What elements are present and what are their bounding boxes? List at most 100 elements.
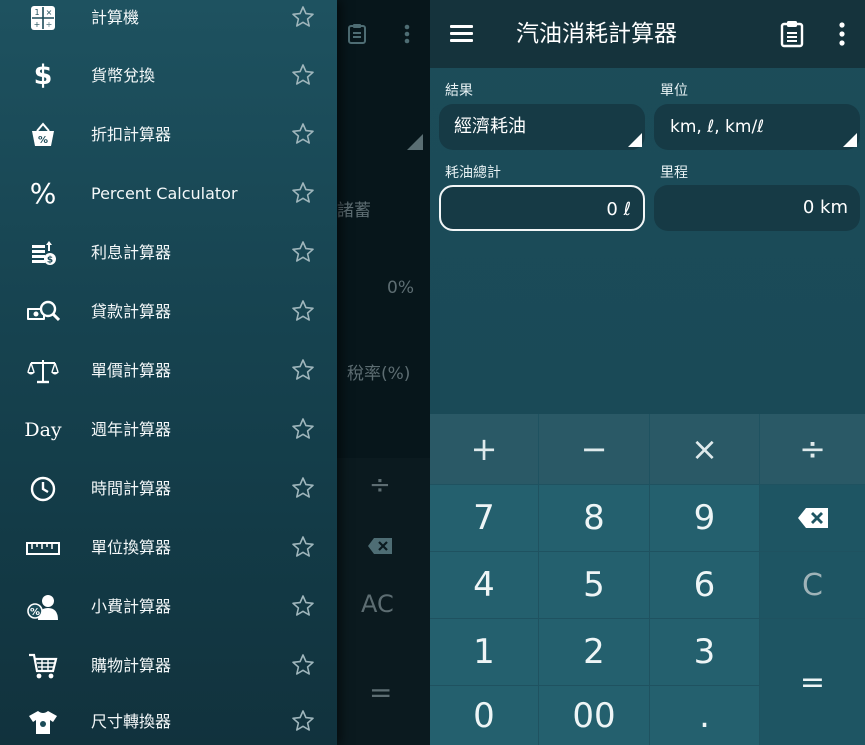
star-outline-icon[interactable] [291,709,315,733]
key-0[interactable]: 0 [430,686,538,745]
svg-text:%: % [38,135,48,146]
background-key-all-clear: AC [361,590,394,618]
distance-input[interactable]: 0 km [654,185,860,231]
drawer-item-label: 利息計算器 [91,243,172,262]
key-clear[interactable]: C [760,552,865,618]
consumption-input[interactable]: 0 ℓ [439,185,645,231]
svg-text:÷: ÷ [46,20,53,29]
drawer-item-label: 單位換算器 [91,538,172,557]
svg-text:1: 1 [34,8,39,17]
star-outline-icon[interactable] [291,299,315,323]
result-value: 經濟耗油 [454,116,526,137]
star-outline-icon[interactable] [291,240,315,264]
key-equals[interactable]: = [760,619,865,745]
drawer-item-label: 貸款計算器 [91,302,172,321]
keypad: + − × ÷ 7 8 9 4 5 6 C 1 2 3 = 0 00 . [430,414,865,745]
result-select[interactable]: 經濟耗油 [439,104,645,150]
key-6[interactable]: 6 [650,552,759,618]
drawer-item-unit-price[interactable]: 單價計算器 [0,341,337,400]
drawer-item-size[interactable]: 尺寸轉換器 [0,692,337,745]
drawer-item-label: 購物計算器 [91,656,172,675]
star-outline-icon[interactable] [291,653,315,677]
backspace-icon [797,508,828,528]
dimmed-background-panel [337,0,430,458]
star-outline-icon[interactable] [291,535,315,559]
drawer-item-tip[interactable]: % 小費計算器 [0,577,337,636]
drawer-item-label: 貨幣兌換 [91,66,156,85]
svg-text:%: % [30,607,40,618]
percent-icon: % [29,177,57,210]
background-key-equals: = [369,676,393,709]
star-outline-icon[interactable] [291,594,315,618]
more-vert-icon [404,24,410,44]
drawer-item-calculator[interactable]: 1 × + ÷ 計算機 [0,0,337,47]
dollar-icon: $ [33,60,53,91]
page-title: 汽油消耗計算器 [516,21,677,47]
star-outline-icon[interactable] [291,122,315,146]
drawer-item-label: 折扣計算器 [91,125,172,144]
discount-basket-icon: % [24,105,62,164]
shopping-cart-icon [24,636,62,695]
clipboard-icon [348,24,366,44]
loan-search-icon [24,282,62,341]
key-9[interactable]: 9 [650,485,759,551]
background-label-percent: 0% [387,278,414,298]
key-divide[interactable]: ÷ [760,414,865,484]
key-8[interactable]: 8 [539,485,649,551]
result-label: 結果 [445,83,473,99]
svg-text:+: + [34,20,41,29]
background-key-divide: ÷ [369,470,391,500]
scale-icon [24,341,62,400]
key-plus[interactable]: + [430,414,538,484]
drawer-item-time[interactable]: 時間計算器 [0,459,337,518]
drawer-item-unit-conversion[interactable]: 單位換算器 [0,518,337,577]
drawer-item-label: 單價計算器 [91,361,172,380]
drawer-item-label: 小費計算器 [91,597,172,616]
drawer-item-currency[interactable]: $ 貨幣兌換 [0,46,337,105]
clipboard-icon[interactable] [779,20,805,48]
key-7[interactable]: 7 [430,485,538,551]
key-multiply[interactable]: × [650,414,759,484]
key-minus[interactable]: − [539,414,649,484]
drawer-item-discount[interactable]: % 折扣計算器 [0,105,337,164]
drawer-item-label: 計算機 [91,8,140,27]
clock-icon [24,459,62,518]
app-bar: 汽油消耗計算器 [430,0,865,68]
drawer-item-anniversary[interactable]: Day 週年計算器 [0,400,337,459]
day-text-icon: Day [24,418,62,441]
star-outline-icon[interactable] [291,5,315,29]
distance-value: 0 km [802,197,848,218]
drawer-item-interest[interactable]: $ 利息計算器 [0,223,337,282]
star-outline-icon[interactable] [291,358,315,382]
star-outline-icon[interactable] [291,476,315,500]
key-5[interactable]: 5 [539,552,649,618]
calculator-icon: 1 × + ÷ [24,0,62,47]
drawer-item-label: 週年計算器 [91,420,172,439]
key-backspace[interactable] [760,485,865,551]
drawer-item-shopping[interactable]: 購物計算器 [0,636,337,695]
unit-select[interactable]: km, ℓ, km/ℓ [654,104,860,150]
fuel-calculator-screen: 汽油消耗計算器 結果 經濟耗油 單位 km, ℓ, km/ℓ 耗油總計 0 ℓ … [430,0,865,745]
backspace-icon [368,538,392,554]
distance-label: 里程 [660,165,688,181]
unit-value: km, ℓ, km/ℓ [670,117,765,137]
background-label-tax-rate: 稅率(%) [347,364,411,384]
key-1[interactable]: 1 [430,619,538,685]
dimmed-background-app: 諸蓄 0% 稅率(%) ÷ AC = [337,0,430,745]
key-4[interactable]: 4 [430,552,538,618]
star-outline-icon[interactable] [291,181,315,205]
drawer-item-loan[interactable]: 貸款計算器 [0,282,337,341]
star-outline-icon[interactable] [291,417,315,441]
key-00[interactable]: 00 [539,686,649,745]
drawer-item-label: 時間計算器 [91,479,172,498]
more-vert-icon[interactable] [830,20,854,48]
dropdown-corner-icon [628,133,642,147]
key-2[interactable]: 2 [539,619,649,685]
drawer-item-label: Percent Calculator [91,184,238,203]
key-3[interactable]: 3 [650,619,759,685]
star-outline-icon[interactable] [291,63,315,87]
consumption-value: 0 ℓ [606,199,631,220]
key-decimal[interactable]: . [650,686,759,745]
drawer-item-percent[interactable]: % Percent Calculator [0,164,337,223]
hamburger-menu-icon[interactable] [448,20,476,48]
